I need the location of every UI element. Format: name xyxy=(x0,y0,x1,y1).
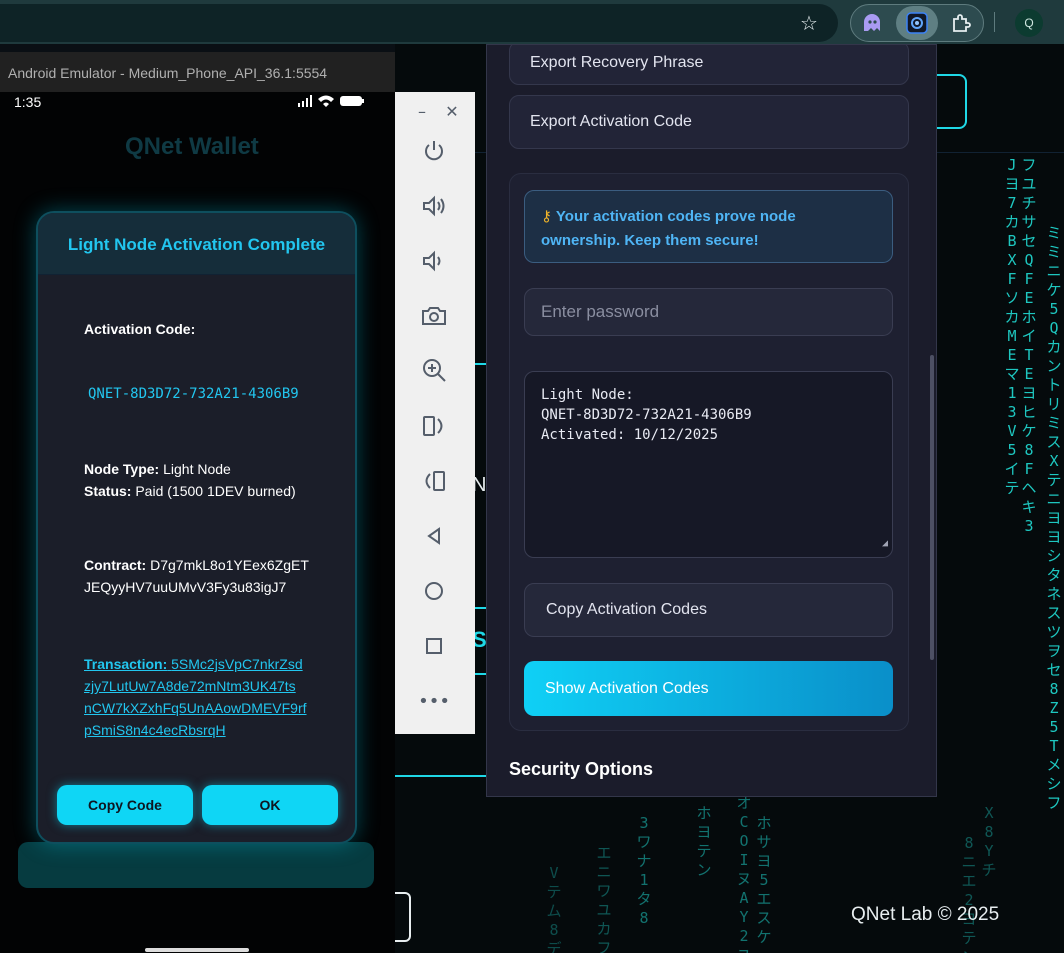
contract-value-line1: D7g7mkL8o1YEex6ZgET xyxy=(150,557,309,573)
power-icon[interactable] xyxy=(419,136,449,166)
page-header-button-edge[interactable] xyxy=(937,74,967,129)
rotate-right-icon[interactable] xyxy=(419,466,449,496)
export-activation-button[interactable]: Export Activation Code xyxy=(509,95,909,149)
info-text: Your activation codes prove node ownersh… xyxy=(541,208,796,249)
status-value: Paid (1500 1DEV burned) xyxy=(135,483,296,499)
matrix-rain: ミミニケ5QカントリミスXテニヨヨシタネスツヲセ8Z5Tメシフ xyxy=(1046,224,1062,812)
contract-row: Contract: D7g7mkL8o1YEex6ZgET JEQyyHV7uu… xyxy=(84,554,309,598)
page-button-edge[interactable] xyxy=(395,892,411,942)
export-recovery-button[interactable]: Export Recovery Phrase xyxy=(509,45,909,85)
ghost-extension-icon[interactable] xyxy=(857,8,887,38)
security-options-heading: Security Options xyxy=(509,759,654,779)
activation-dialog: Light Node Activation Complete Activatio… xyxy=(36,211,357,844)
matrix-rain: 8ニエ2ヨテン xyxy=(961,834,977,953)
app-title: QNet Wallet xyxy=(125,133,259,160)
key-icon: ⚷ xyxy=(541,207,552,225)
transaction-line2: zjy7LutUw7A8de72mNtm3UK47ts xyxy=(84,678,296,694)
status-time: 1:35 xyxy=(14,94,42,110)
zoom-icon[interactable] xyxy=(419,355,449,385)
matrix-rain: オCOIヌAY2ユヨ xyxy=(736,794,752,953)
transaction-label: Transaction: xyxy=(84,656,168,672)
status-label: Status: xyxy=(84,483,132,499)
close-icon[interactable]: ✕ xyxy=(437,96,467,126)
transaction-link[interactable]: Transaction: 5SMc2jsVpC7nkrZsd zjy7LutUw… xyxy=(84,653,324,741)
matrix-rain: エニワユカフ xyxy=(596,844,612,953)
star-icon[interactable]: ☆ xyxy=(794,8,824,38)
app-bottom-button xyxy=(18,842,374,888)
overview-icon[interactable] xyxy=(419,631,449,661)
transaction-line1: 5SMc2jsVpC7nkrZsd xyxy=(171,656,303,672)
matrix-rain: 3ワナ1タ8 xyxy=(636,814,652,927)
more-icon[interactable]: ••• xyxy=(418,686,450,716)
page-copyright: QNet Lab © 2025 xyxy=(851,904,1000,925)
contract-label: Contract: xyxy=(84,557,147,573)
copy-code-button[interactable]: Copy Code xyxy=(57,785,193,825)
node-type-label: Node Type: xyxy=(84,461,160,477)
show-activation-codes-button[interactable]: Show Activation Codes xyxy=(524,661,893,716)
matrix-rain: ホヨテン xyxy=(696,804,712,879)
gesture-nav-bar[interactable] xyxy=(145,948,249,952)
camera-extension-icon[interactable] xyxy=(902,8,932,38)
volume-up-icon[interactable] xyxy=(419,191,449,221)
copy-activation-codes-button[interactable]: Copy Activation Codes xyxy=(524,583,893,637)
contract-value-line2: JEQyyHV7uuUMvV3Fy3u83igJ7 xyxy=(84,579,287,595)
matrix-rain: Vテム8デ xyxy=(546,864,562,953)
resize-grip-icon[interactable]: ◢ xyxy=(882,534,888,554)
page-accent-line xyxy=(395,775,487,777)
address-bar[interactable] xyxy=(0,4,838,42)
status-icons xyxy=(298,94,368,111)
info-banner: ⚷ Your activation codes prove node owner… xyxy=(524,190,893,263)
node-type-value: Light Node xyxy=(163,461,231,477)
back-icon[interactable] xyxy=(419,521,449,551)
wallet-extension-popup: Export Recovery Phrase Export Activation… xyxy=(486,44,937,797)
volume-down-icon[interactable] xyxy=(419,246,449,276)
emulator-title: Android Emulator - Medium_Phone_API_36.1… xyxy=(0,52,395,92)
camera-icon[interactable] xyxy=(419,301,449,331)
toolbar-separator xyxy=(994,12,995,32)
dialog-title: Light Node Activation Complete xyxy=(67,235,326,254)
popup-scrollbar[interactable] xyxy=(930,355,934,660)
home-icon[interactable] xyxy=(419,576,449,606)
profile-avatar[interactable]: Q xyxy=(1015,9,1043,37)
matrix-rain: X8Yチ xyxy=(981,804,997,879)
password-field[interactable] xyxy=(524,288,893,336)
rotate-left-icon[interactable] xyxy=(419,411,449,441)
matrix-rain: Jヨ7カBXFソカMEマ13V5イテ xyxy=(1004,156,1020,497)
puzzle-extensions-icon[interactable] xyxy=(946,8,976,38)
activation-codes-textarea[interactable]: Light Node: QNET-8D3D72-732A21-4306B9 Ac… xyxy=(524,371,893,558)
node-type-row: Node Type: Light Node Status: Paid (1500… xyxy=(84,458,296,502)
minimize-icon[interactable]: – xyxy=(407,96,437,126)
dialog-header: Light Node Activation Complete xyxy=(38,213,355,275)
activation-code-label: Activation Code: xyxy=(84,321,196,337)
matrix-rain: ホサヨ5エスケ xyxy=(756,814,772,946)
activation-code-value: QNET-8D3D72-732A21-4306B9 xyxy=(88,386,299,402)
matrix-rain: フユチサセQFEホイTEヨヒケ8Fヘキ3 xyxy=(1021,156,1037,535)
transaction-line4: pSmiS8n4c4ecRbsrqH xyxy=(84,722,226,738)
transaction-line3: nCW7kXZxhFq5UnAAowDMEVF9rf xyxy=(84,700,307,716)
ok-button[interactable]: OK xyxy=(202,785,338,825)
